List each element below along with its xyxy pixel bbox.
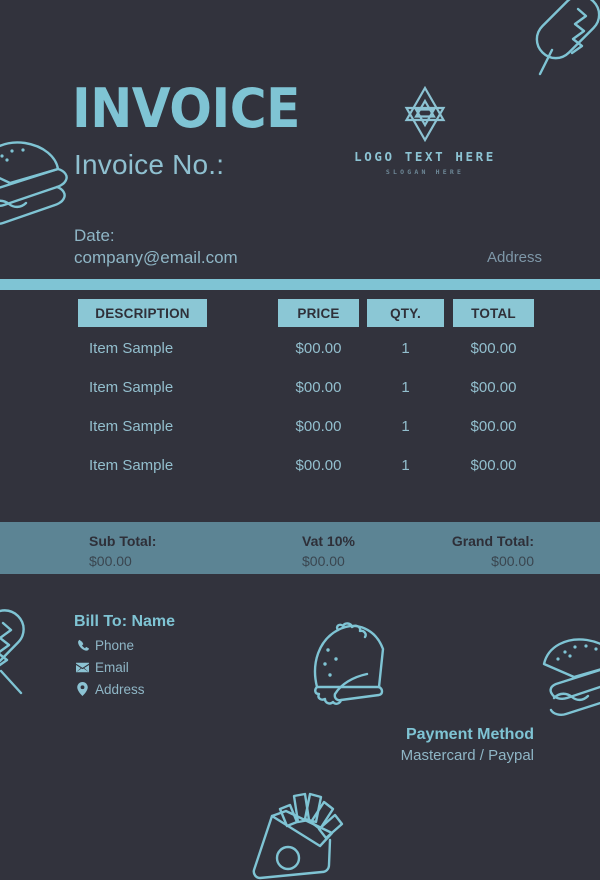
phone-icon [74, 639, 91, 651]
cell-qty: 1 [401, 457, 410, 474]
payment-method-block: Payment Method Mastercard / Paypal [300, 726, 534, 764]
cell-description: Item Sample [89, 379, 174, 396]
column-header-qty: QTY. [367, 299, 444, 327]
burger-illustration [536, 632, 600, 716]
cell-description: Item Sample [89, 340, 174, 357]
payment-method-title: Payment Method [405, 726, 534, 743]
vat-label: Vat 10% [302, 533, 355, 549]
grand-total-label: Grand Total: [451, 533, 534, 549]
cell-qty: 1 [401, 379, 410, 396]
cell-qty: 1 [401, 340, 410, 357]
fries-illustration [250, 784, 356, 880]
logo-slogan: SLOGAN HERE [385, 168, 465, 176]
cell-total: $00.00 [470, 379, 517, 396]
column-header-price: PRICE [278, 299, 359, 327]
invoice-header: INVOICE Invoice No.: Date: company@email… [0, 0, 600, 276]
payment-method-list: Mastercard / Paypal [400, 747, 534, 764]
date-label: Date: [74, 226, 115, 245]
header-divider [0, 279, 600, 290]
corn-dog-illustration [0, 608, 46, 704]
company-email: company@email.com [74, 248, 238, 267]
cell-qty: 1 [401, 418, 410, 435]
invoice-page: INVOICE Invoice No.: Date: company@email… [0, 0, 600, 880]
table-row: Item Sample $00.00 1 $00.00 [0, 457, 600, 496]
logo-text: LOGO TEXT HERE [354, 149, 496, 164]
contact-label-address: Address [95, 681, 145, 697]
cell-total: $00.00 [470, 457, 517, 474]
cell-price: $00.00 [295, 457, 342, 474]
six-pointed-star-icon [352, 86, 498, 142]
invoice-number-label: Invoice No.: [74, 149, 225, 180]
map-pin-icon [74, 682, 91, 696]
bill-to-block: Bill To: Name Phone Email Address [74, 613, 175, 697]
bill-to-title: Bill To: Name [74, 613, 176, 630]
sub-total-label: Sub Total: [89, 533, 157, 549]
cell-price: $00.00 [295, 340, 342, 357]
contact-row-email: Email [74, 659, 175, 675]
line-items-table: DESCRIPTION PRICE QTY. TOTAL Item Sample… [0, 290, 600, 496]
envelope-icon [74, 662, 91, 673]
cell-total: $00.00 [470, 340, 517, 357]
totals-band: Sub Total: $00.00 Vat 10% $00.00 Grand T… [0, 522, 600, 574]
taco-illustration [305, 617, 391, 705]
sub-total-value: $00.00 [89, 553, 132, 569]
contact-row-address: Address [74, 681, 175, 697]
table-row: Item Sample $00.00 1 $00.00 [0, 418, 600, 457]
table-header-row: DESCRIPTION PRICE QTY. TOTAL [0, 290, 600, 340]
vat-value: $00.00 [302, 553, 345, 569]
contact-label-email: Email [95, 659, 129, 675]
cell-total: $00.00 [470, 418, 517, 435]
contact-row-phone: Phone [74, 637, 175, 653]
table-row: Item Sample $00.00 1 $00.00 [0, 379, 600, 418]
company-address-label: Address [487, 249, 543, 266]
cell-description: Item Sample [89, 457, 174, 474]
grand-total-value: $00.00 [491, 553, 534, 569]
logo-block: LOGO TEXT HERE SLOGAN HERE [352, 86, 498, 176]
column-header-total: TOTAL [453, 299, 534, 327]
column-header-description: DESCRIPTION [78, 299, 207, 327]
contact-label-phone: Phone [95, 637, 135, 653]
cell-price: $00.00 [295, 379, 342, 396]
page-title: INVOICE [72, 77, 300, 140]
table-row: Item Sample $00.00 1 $00.00 [0, 340, 600, 379]
cell-price: $00.00 [295, 418, 342, 435]
cell-description: Item Sample [89, 418, 174, 435]
